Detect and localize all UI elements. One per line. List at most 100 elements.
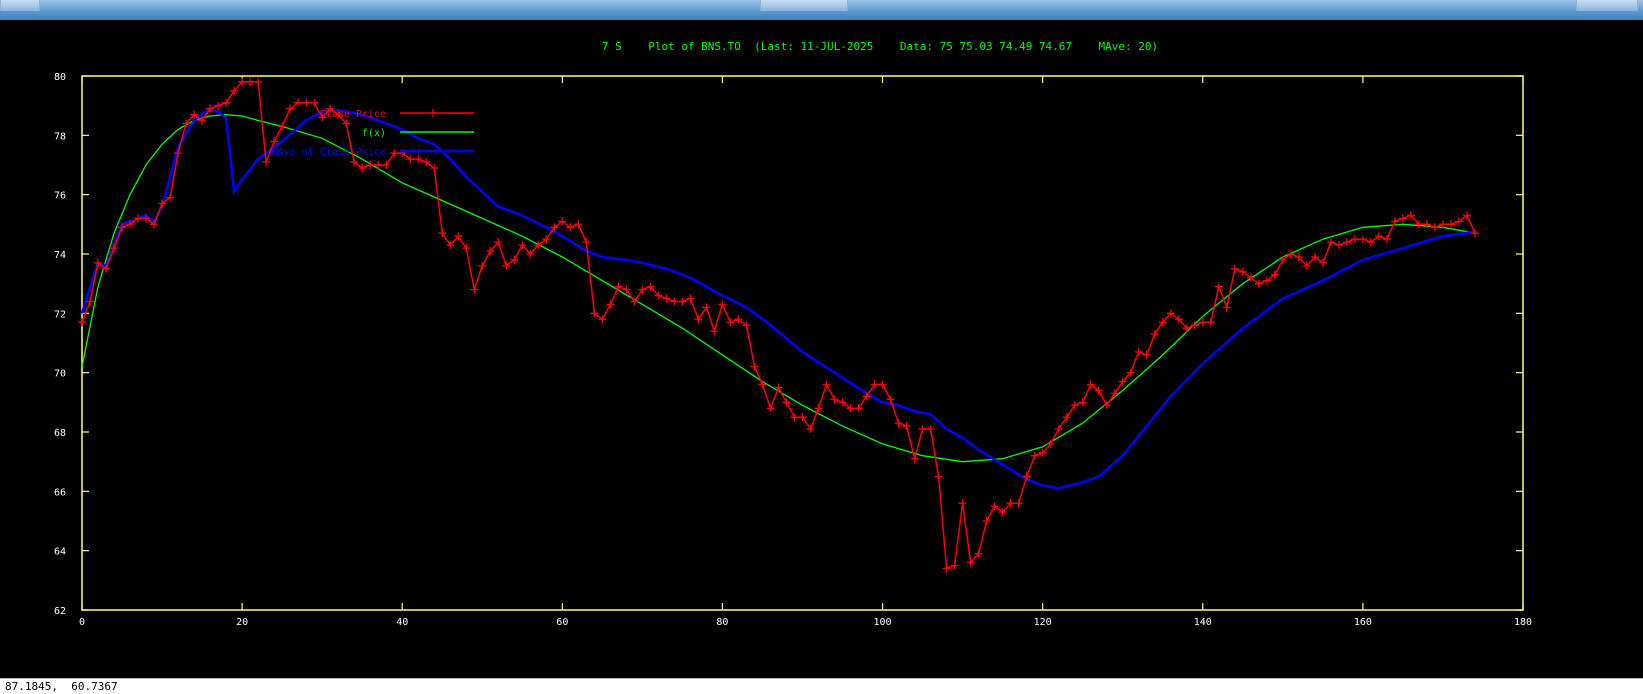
close-price-point bbox=[222, 98, 231, 107]
close-price-point bbox=[1358, 235, 1367, 244]
close-price-point bbox=[414, 155, 423, 164]
x-tick-label: 120 bbox=[1034, 617, 1052, 628]
close-price-point bbox=[694, 315, 703, 324]
close-price-point bbox=[462, 244, 471, 253]
close-price-point bbox=[1422, 220, 1431, 229]
cursor-coordinates: 87.1845, 60.7367 bbox=[5, 680, 118, 693]
close-price-point bbox=[1222, 303, 1231, 312]
y-tick-label: 76 bbox=[54, 191, 66, 202]
close-price-point bbox=[910, 454, 919, 463]
close-price-point bbox=[782, 398, 791, 407]
close-price-point bbox=[1350, 235, 1359, 244]
x-tick-label: 40 bbox=[396, 617, 408, 628]
close-price-point bbox=[878, 380, 887, 389]
chart-title: 7 S Plot of BNS.TO (Last: 11-JUL-2025 Da… bbox=[602, 40, 1158, 53]
x-tick-label: 160 bbox=[1354, 617, 1372, 628]
x-tick-label: 60 bbox=[556, 617, 568, 628]
close-price-point bbox=[1078, 398, 1087, 407]
close-price-point bbox=[254, 77, 263, 86]
close-price-point bbox=[662, 294, 671, 303]
y-tick-label: 62 bbox=[54, 606, 66, 617]
close-price-point bbox=[718, 300, 727, 309]
close-price-point bbox=[246, 77, 255, 86]
x-tick-label: 140 bbox=[1194, 617, 1212, 628]
x-tick-label: 100 bbox=[874, 617, 892, 628]
y-tick-label: 64 bbox=[54, 547, 66, 558]
legend-label: f(x) bbox=[362, 128, 386, 139]
legend-marker-sample bbox=[429, 109, 437, 117]
close-price-point bbox=[750, 362, 759, 371]
close-price-point bbox=[1102, 401, 1111, 410]
close-price-point bbox=[918, 425, 927, 433]
close-price-point bbox=[678, 297, 687, 306]
close-price-point bbox=[1142, 350, 1151, 359]
close-price-point bbox=[950, 561, 959, 570]
y-tick-label: 66 bbox=[54, 487, 66, 498]
window-tab-right[interactable] bbox=[1576, 0, 1638, 11]
fit-curve-line bbox=[81, 113, 1476, 463]
close-price-point bbox=[574, 220, 583, 229]
legend-label: Close Price bbox=[320, 109, 386, 120]
close-price-point bbox=[934, 472, 943, 481]
close-price-point bbox=[1030, 451, 1039, 460]
close-price-point bbox=[1014, 499, 1023, 508]
y-tick-label: 78 bbox=[54, 131, 66, 142]
close-price-point bbox=[1206, 318, 1215, 327]
close-price-point bbox=[1070, 401, 1079, 410]
close-price-point bbox=[606, 300, 615, 309]
close-price-point bbox=[1382, 235, 1391, 244]
close-price-point bbox=[582, 238, 591, 247]
close-price-point bbox=[390, 149, 399, 158]
close-price-point bbox=[278, 122, 287, 131]
close-price-point bbox=[78, 318, 86, 327]
close-price-point bbox=[1190, 321, 1199, 330]
close-price-point bbox=[214, 101, 223, 110]
close-price-point bbox=[622, 285, 631, 294]
x-tick-label: 20 bbox=[236, 617, 248, 628]
close-price-point bbox=[1447, 220, 1455, 229]
close-price-point bbox=[470, 285, 479, 294]
close-price-point bbox=[982, 517, 991, 525]
close-price-point bbox=[1471, 229, 1479, 238]
close-price-point bbox=[1430, 223, 1439, 232]
close-price-point bbox=[830, 395, 839, 404]
window-tab-left[interactable] bbox=[0, 0, 40, 11]
close-price-point bbox=[726, 318, 735, 327]
close-price-point bbox=[310, 98, 319, 107]
close-price-point bbox=[926, 425, 935, 433]
status-bar: 87.1845, 60.7367 bbox=[0, 678, 1643, 694]
close-price-point bbox=[1214, 282, 1223, 291]
close-price-point bbox=[302, 98, 311, 107]
close-price-point bbox=[710, 327, 719, 336]
close-price-point bbox=[1326, 238, 1335, 247]
x-tick-label: 80 bbox=[716, 617, 728, 628]
close-price-point bbox=[686, 294, 695, 303]
close-price-point bbox=[478, 261, 487, 270]
close-price-point bbox=[382, 161, 391, 169]
plot-area: 0 20 40 60 80 100 120 140 160 180 62 64 66 68 70 72 74 76… bbox=[0, 20, 1643, 678]
close-price-point bbox=[894, 419, 903, 428]
y-tick-label: 80 bbox=[54, 72, 66, 83]
close-price-point bbox=[262, 158, 271, 166]
close-price-point bbox=[1342, 238, 1351, 247]
close-price-point bbox=[854, 404, 863, 413]
close-price-point bbox=[1334, 241, 1343, 250]
close-price-point bbox=[822, 380, 831, 389]
close-price-point bbox=[702, 303, 711, 312]
close-price-point bbox=[1134, 347, 1143, 356]
close-price-point bbox=[758, 380, 767, 389]
y-tick-label: 74 bbox=[54, 250, 66, 261]
close-price-point bbox=[670, 297, 679, 306]
y-tick-label: 72 bbox=[54, 309, 66, 320]
moving-average-line bbox=[80, 107, 1476, 490]
close-price-point bbox=[790, 413, 799, 422]
window-tab-center[interactable] bbox=[760, 0, 848, 11]
y-tick-label: 68 bbox=[54, 428, 66, 439]
chart: 0 20 40 60 80 100 120 140 160 180 62 64 66 68 70 72 74 76… bbox=[54, 40, 1532, 628]
close-price-point bbox=[774, 383, 783, 392]
y-tick-label: 70 bbox=[54, 369, 66, 380]
legend-label: MAve of Close Price bbox=[272, 147, 386, 158]
close-price-point bbox=[902, 422, 911, 431]
close-price-point bbox=[958, 499, 967, 508]
x-tick-label: 0 bbox=[79, 617, 85, 628]
